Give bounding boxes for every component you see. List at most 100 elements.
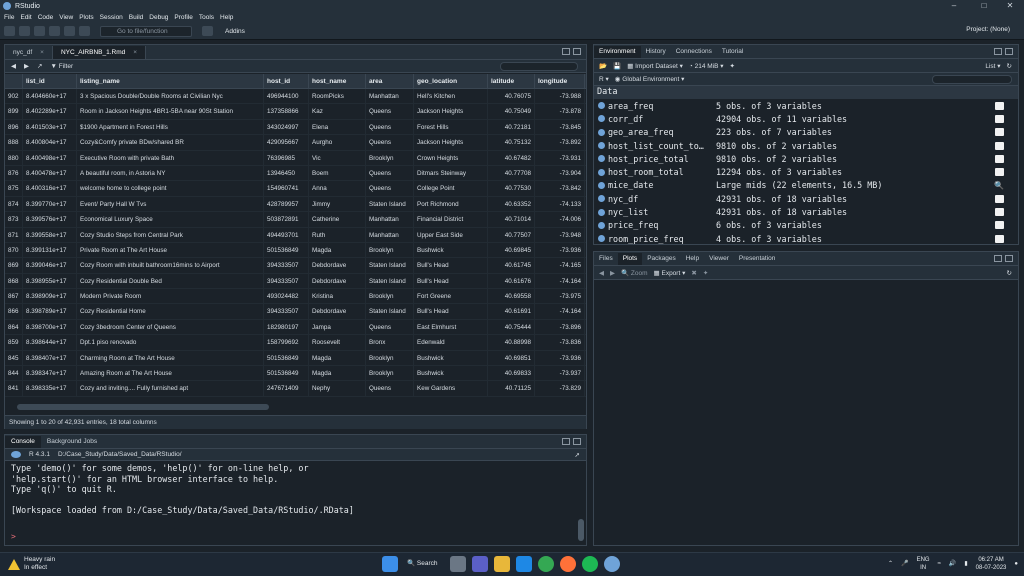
- menu-item-debug[interactable]: Debug: [149, 14, 168, 21]
- chevron-up-icon[interactable]: ⌃: [888, 560, 893, 568]
- view-data-icon[interactable]: [995, 114, 1004, 123]
- teams-icon[interactable]: [472, 556, 488, 572]
- table-row[interactable]: 902 8.404660e+17 3 x Spacious Double/Doubl…: [5, 89, 586, 105]
- minimize-icon[interactable]: –: [940, 0, 968, 12]
- table-row[interactable]: 868 8.398955e+17 Cozy Residential Double B…: [5, 273, 586, 290]
- scrollbar-thumb[interactable]: [17, 404, 269, 410]
- tab-nyc-airbnb-rmd[interactable]: NYC_AIRBNB_1.Rmd ×: [52, 46, 147, 59]
- grid-layout-icon[interactable]: [202, 26, 213, 36]
- environment-item[interactable]: price_freq 6 obs. of 3 variables: [594, 219, 1018, 232]
- language-indicator[interactable]: ENG IN: [917, 556, 930, 572]
- rstudio-taskbar-icon[interactable]: [604, 556, 620, 572]
- environment-item[interactable]: host_list_count_to… 9810 obs. of 2 variab…: [594, 139, 1018, 152]
- table-row[interactable]: 841 8.398335e+17 Cozy and inviting.... Ful…: [5, 381, 586, 397]
- remove-plot-icon[interactable]: ✖: [691, 269, 696, 277]
- table-row[interactable]: 869 8.399046e+17 Cozy Room with inbuilt ba…: [5, 258, 586, 274]
- tab-packages[interactable]: Packages: [642, 253, 681, 265]
- expand-icon[interactable]: [598, 128, 605, 136]
- column-header[interactable]: list_id: [23, 74, 77, 88]
- environment-item[interactable]: host_price_total 9810 obs. of 2 variables: [594, 152, 1018, 165]
- minimize-pane-icon[interactable]: [994, 48, 1002, 55]
- environment-item[interactable]: area_freq 5 obs. of 3 variables: [594, 99, 1018, 112]
- tab-tutorial[interactable]: Tutorial: [717, 46, 748, 58]
- table-row[interactable]: 874 8.399770e+17 Event/ Party Hall W Tvs 42…: [5, 196, 586, 213]
- tab-background-jobs[interactable]: Background Jobs: [41, 436, 103, 448]
- edge-icon[interactable]: [516, 556, 532, 572]
- menu-item-view[interactable]: View: [59, 14, 73, 21]
- environment-item[interactable]: host_room_total 12294 obs. of 3 variables: [594, 165, 1018, 178]
- tab-viewer[interactable]: Viewer: [704, 253, 734, 265]
- table-row[interactable]: 871 8.399558e+17 Cozy Studio Steps from Ce…: [5, 227, 586, 243]
- maximize-pane-icon[interactable]: [1005, 48, 1013, 55]
- column-header[interactable]: listing_name: [77, 74, 264, 88]
- magnifier-icon[interactable]: 🔍: [994, 181, 1004, 190]
- console-prompt[interactable]: >: [11, 532, 16, 541]
- environment-search-input[interactable]: [932, 75, 1012, 84]
- column-header[interactable]: latitude: [488, 74, 535, 88]
- expand-icon[interactable]: [598, 181, 605, 189]
- firefox-icon[interactable]: [560, 556, 576, 572]
- expand-icon[interactable]: [598, 102, 605, 110]
- view-data-icon[interactable]: [995, 101, 1004, 110]
- close-icon[interactable]: ✕: [996, 0, 1024, 12]
- column-header[interactable]: host_id: [264, 74, 309, 88]
- file-explorer-icon[interactable]: [494, 556, 510, 572]
- table-row[interactable]: 873 8.399576e+17 Economical Luxury Space 50…: [5, 212, 586, 228]
- new-file-icon[interactable]: [4, 26, 15, 36]
- maximize-icon[interactable]: □: [970, 0, 998, 12]
- table-row[interactable]: 866 8.398789e+17 Cozy Residential Home 3943…: [5, 304, 586, 320]
- expand-icon[interactable]: [598, 208, 605, 216]
- clock[interactable]: 06:27 AM 08-07-2023: [976, 556, 1007, 572]
- minimize-pane-icon[interactable]: [562, 48, 570, 55]
- table-row[interactable]: 875 8.400316e+17 welcome home to college p…: [5, 181, 586, 197]
- task-view-icon[interactable]: [450, 556, 466, 572]
- export-button[interactable]: ▦ Export ▾: [654, 269, 686, 277]
- table-row[interactable]: 899 8.402289e+17 Room in Jackson Heights 4…: [5, 104, 586, 120]
- tab-files[interactable]: Files: [594, 253, 618, 265]
- table-row[interactable]: 844 8.398347e+17 Amazing Room at The Art H…: [5, 366, 586, 382]
- addins-menu[interactable]: Addins: [225, 28, 245, 35]
- scope-select[interactable]: ◉ Global Environment ▾: [615, 75, 685, 83]
- maximize-pane-icon[interactable]: [573, 438, 581, 445]
- menu-item-plots[interactable]: Plots: [79, 14, 93, 21]
- tab-environment[interactable]: Environment: [594, 46, 641, 58]
- popout-icon[interactable]: ↗: [37, 62, 42, 70]
- column-header[interactable]: [5, 74, 23, 88]
- menu-item-build[interactable]: Build: [129, 14, 143, 21]
- table-row[interactable]: 867 8.398909e+17 Modern Private Room 493024…: [5, 289, 586, 305]
- taskbar-search[interactable]: 🔍 Search: [404, 556, 444, 572]
- console-scrollbar[interactable]: [578, 463, 584, 543]
- tab-connections[interactable]: Connections: [671, 46, 717, 58]
- notification-icon[interactable]: ●: [1014, 560, 1018, 568]
- import-dataset-button[interactable]: ▦ Import Dataset ▾: [627, 62, 683, 70]
- battery-icon[interactable]: ▮: [964, 560, 967, 568]
- table-row[interactable]: 859 8.398644e+17 Dpt.1 piso renovado 158799…: [5, 335, 586, 351]
- project-menu[interactable]: Project: (None): [966, 26, 1010, 33]
- load-workspace-icon[interactable]: 📂: [599, 62, 607, 70]
- view-data-icon[interactable]: [995, 128, 1004, 137]
- table-row[interactable]: 864 8.398700e+17 Cozy 3bedroom Center of Q…: [5, 319, 586, 336]
- microphone-icon[interactable]: 🎤: [901, 560, 908, 568]
- view-mode-select[interactable]: List ▾: [985, 62, 1000, 70]
- column-header[interactable]: area: [366, 74, 414, 88]
- view-data-icon[interactable]: [995, 168, 1004, 177]
- view-data-icon[interactable]: [995, 154, 1004, 163]
- close-tab-icon[interactable]: ×: [40, 46, 44, 59]
- working-directory[interactable]: D:/Case_Study/Data/Saved_Data/RStudio/: [58, 451, 182, 458]
- clear-plots-icon[interactable]: ✦: [703, 269, 708, 277]
- table-row[interactable]: 876 8.400478e+17 A beautiful room, in Asto…: [5, 165, 586, 182]
- environment-item[interactable]: mice_date Large mids (22 elements, 16.5 M…: [594, 179, 1018, 192]
- menu-item-profile[interactable]: Profile: [174, 14, 192, 21]
- environment-item[interactable]: corr_df 42904 obs. of 11 variables: [594, 112, 1018, 125]
- tab-history[interactable]: History: [641, 46, 671, 58]
- filter-button[interactable]: ▼ Filter: [50, 63, 73, 70]
- save-all-icon[interactable]: [64, 26, 75, 36]
- view-data-icon[interactable]: [995, 208, 1004, 217]
- expand-icon[interactable]: [598, 115, 605, 123]
- back-arrow-icon[interactable]: ◀: [599, 269, 604, 277]
- menu-item-file[interactable]: File: [4, 14, 14, 21]
- tab-console[interactable]: Console: [5, 436, 41, 448]
- clear-workspace-icon[interactable]: ✦: [730, 62, 735, 70]
- tab-nyc-df[interactable]: nyc_df ×: [5, 46, 53, 59]
- expand-icon[interactable]: [598, 195, 605, 203]
